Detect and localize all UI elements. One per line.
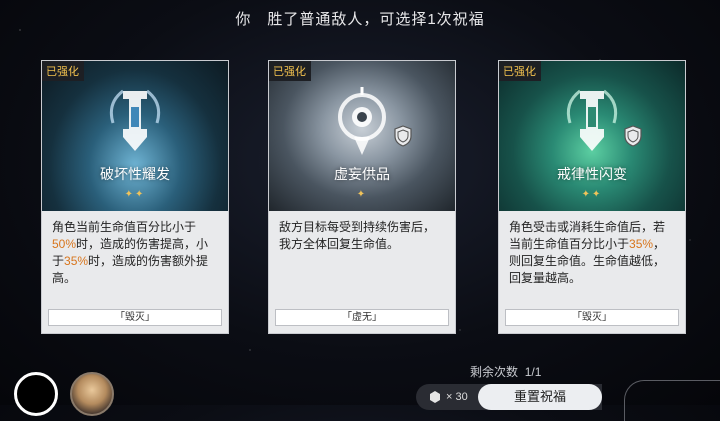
character-avatar[interactable] — [70, 372, 114, 416]
page-title: 你 胜了普通敌人，可选择1次祝福 — [235, 11, 485, 28]
nihility-path-icon — [338, 87, 386, 155]
path-label: 「毁灭」 — [48, 309, 222, 326]
blessing-art: 已强化 破坏性耀发 ✦✦ — [42, 61, 228, 211]
blessing-name: 破坏性耀发 — [100, 166, 170, 182]
right-panel-edge — [624, 380, 720, 421]
destruction-path-icon — [109, 89, 161, 151]
blessing-description: 角色当前生命值百分比小于50%时，造成的伤害提高，小于35%时，造成的伤害额外提… — [52, 220, 209, 285]
rarity-stars: ✦ — [356, 189, 368, 200]
rarity-stars: ✦✦ — [581, 189, 603, 200]
enhanced-tag: 已强化 — [42, 61, 84, 81]
destruction-path-icon — [566, 89, 618, 151]
shield-badge-icon — [394, 125, 412, 147]
reset-blessing-button[interactable]: 重置祝福 — [478, 384, 602, 410]
blessing-description: 角色受击或消耗生命值后，若当前生命值百分比小于35%，则回复生命值。生命值越低，… — [509, 220, 666, 285]
blessing-name: 戒律性闪变 — [557, 166, 627, 182]
path-label: 「虚无」 — [275, 309, 449, 326]
blessing-card-2[interactable]: 已强化 虚妄供品 ✦ 敌方目标每受到持续伤害后，我方全体回复生命值。 「虚无」 — [268, 60, 456, 334]
blessing-name: 虚妄供品 — [334, 166, 390, 182]
map-ring-icon[interactable] — [14, 372, 58, 416]
remaining-count: 剩余次数 1/1 — [470, 365, 542, 379]
blessing-card-1[interactable]: 已强化 破坏性耀发 ✦✦ 角色当前生命值百分比小于50%时，造成的伤害提高，小于… — [41, 60, 229, 334]
shield-badge-icon — [624, 125, 642, 147]
blessing-art: 已强化 戒律性闪变 ✦✦ — [499, 61, 685, 211]
blessing-card-3[interactable]: 已强化 戒律性闪变 ✦✦ 角色受击或消耗生命值后，若当前生命值百分比小于35%，… — [498, 60, 686, 334]
enhanced-tag: 已强化 — [499, 61, 541, 81]
enhanced-tag: 已强化 — [269, 61, 311, 81]
blessing-art: 已强化 虚妄供品 ✦ — [269, 61, 455, 211]
reset-cost: × 30 — [428, 390, 468, 404]
rarity-stars: ✦✦ — [124, 189, 146, 200]
cosmic-fragment-icon — [430, 391, 440, 403]
blessing-description: 敌方目标每受到持续伤害后，我方全体回复生命值。 — [279, 220, 436, 251]
path-label: 「毁灭」 — [505, 309, 679, 326]
